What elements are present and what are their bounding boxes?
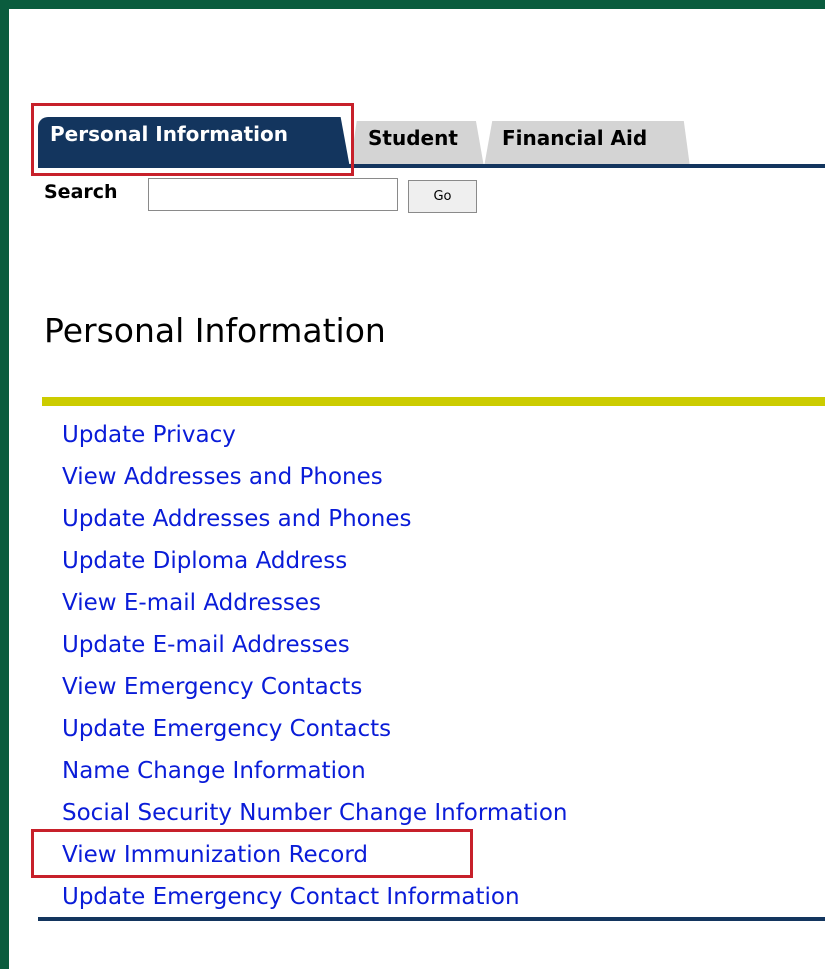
list-item: Update Diploma Address [62, 544, 567, 586]
list-item: View E-mail Addresses [62, 586, 567, 628]
link-name-change-information[interactable]: Name Change Information [62, 758, 366, 784]
tab-student[interactable]: Student [350, 121, 484, 167]
link-ssn-change-information[interactable]: Social Security Number Change Informatio… [62, 800, 567, 826]
window-frame-top [0, 0, 825, 9]
search-input[interactable] [148, 178, 398, 211]
go-button[interactable]: Go [408, 180, 477, 213]
title-divider [42, 397, 825, 406]
link-update-emergency-contacts[interactable]: Update Emergency Contacts [62, 716, 391, 742]
page-title: Personal Information [44, 311, 386, 350]
link-update-email-addresses[interactable]: Update E-mail Addresses [62, 632, 350, 658]
link-update-emergency-contact-information[interactable]: Update Emergency Contact Information [62, 884, 520, 910]
list-item: Update Privacy [62, 418, 567, 460]
search-label: Search [44, 181, 118, 203]
tab-financial-aid[interactable]: Financial Aid [484, 121, 690, 167]
list-item: Update Emergency Contact Information [62, 880, 567, 922]
window-frame-left [0, 0, 9, 969]
list-item: Update Emergency Contacts [62, 712, 567, 754]
annotation-highlight-immunization [31, 829, 473, 878]
list-item: Update Addresses and Phones [62, 502, 567, 544]
link-update-diploma-address[interactable]: Update Diploma Address [62, 548, 347, 574]
link-view-email-addresses[interactable]: View E-mail Addresses [62, 590, 321, 616]
list-item: Update E-mail Addresses [62, 628, 567, 670]
link-view-emergency-contacts[interactable]: View Emergency Contacts [62, 674, 362, 700]
list-item: Name Change Information [62, 754, 567, 796]
list-item: View Emergency Contacts [62, 670, 567, 712]
link-update-addresses-phones[interactable]: Update Addresses and Phones [62, 506, 411, 532]
list-item: View Addresses and Phones [62, 460, 567, 502]
link-update-privacy[interactable]: Update Privacy [62, 422, 236, 448]
annotation-highlight-tab [31, 103, 354, 176]
bottom-divider [38, 917, 825, 921]
link-view-addresses-phones[interactable]: View Addresses and Phones [62, 464, 383, 490]
